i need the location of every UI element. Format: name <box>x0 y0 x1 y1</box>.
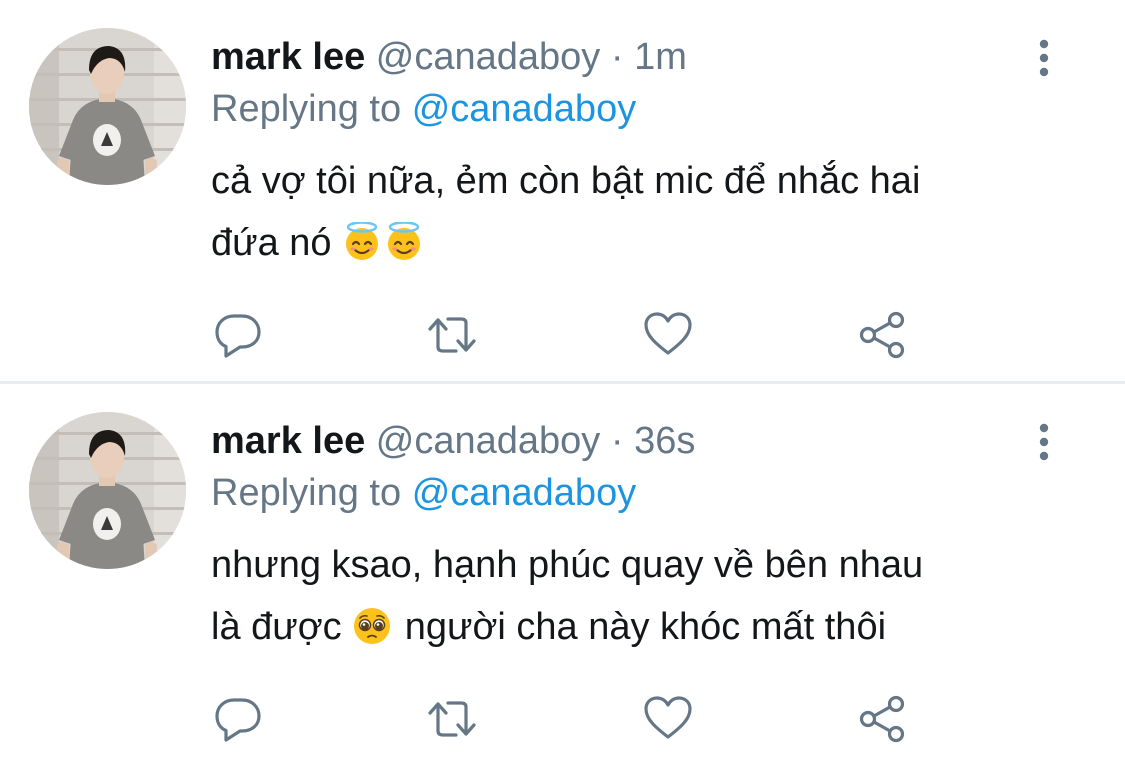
tweet[interactable]: mark lee @canadaboy · 1m Replying to @ca… <box>0 0 1125 381</box>
user-handle[interactable]: @canadaboy <box>376 36 601 78</box>
replying-to-label: Replying to <box>211 472 402 514</box>
replying-to-handle-link[interactable]: @canadaboy <box>412 472 637 514</box>
more-options-button[interactable] <box>1026 38 1062 78</box>
like-icon <box>643 310 693 360</box>
like-button[interactable] <box>643 694 693 744</box>
like-button[interactable] <box>643 310 693 360</box>
reply-button[interactable] <box>213 694 263 744</box>
retweet-icon <box>427 694 477 744</box>
display-name[interactable]: mark lee <box>211 36 365 78</box>
avatar[interactable] <box>29 28 186 185</box>
like-icon <box>643 694 693 744</box>
smiling-face-with-halo-icon <box>384 222 424 262</box>
replying-to: Replying to @canadaboy <box>211 86 636 132</box>
avatar[interactable] <box>29 412 186 569</box>
pleading-face-icon <box>352 606 392 646</box>
tweet-header: mark lee @canadaboy · 36s <box>211 418 695 464</box>
retweet-button[interactable] <box>427 694 477 744</box>
reply-icon <box>213 310 263 360</box>
tweet-text-line: người cha này khóc mất thôi <box>404 606 887 648</box>
reply-icon <box>213 694 263 744</box>
more-vertical-icon <box>1026 38 1062 78</box>
more-vertical-icon <box>1026 422 1062 462</box>
timestamp[interactable]: 1m <box>634 36 687 78</box>
timestamp[interactable]: 36s <box>634 420 695 462</box>
smiling-face-with-halo-icon <box>342 222 382 262</box>
share-button[interactable] <box>858 310 908 360</box>
tweet[interactable]: mark lee @canadaboy · 36s Replying to @c… <box>0 384 1125 765</box>
separator-dot: · <box>610 36 624 78</box>
more-options-button[interactable] <box>1026 422 1062 462</box>
tweet-text-line: nhưng ksao, hạnh phúc quay về bên nhau <box>211 544 924 586</box>
share-button[interactable] <box>858 694 908 744</box>
user-handle[interactable]: @canadaboy <box>376 420 601 462</box>
replying-to: Replying to @canadaboy <box>211 470 636 516</box>
replying-to-label: Replying to <box>211 88 402 130</box>
tweet-text-line: đứa nó <box>211 222 332 264</box>
tweet-text: cả vợ tôi nữa, ẻm còn bật mic để nhắc ha… <box>211 150 1071 274</box>
reply-button[interactable] <box>213 310 263 360</box>
tweet-actions <box>0 694 1125 744</box>
tweet-actions <box>0 310 1125 360</box>
tweet-header: mark lee @canadaboy · 1m <box>211 34 687 80</box>
retweet-icon <box>427 310 477 360</box>
retweet-button[interactable] <box>427 310 477 360</box>
tweet-timeline: mark lee @canadaboy · 1m Replying to @ca… <box>0 0 1125 765</box>
share-icon <box>858 694 908 744</box>
tweet-text: nhưng ksao, hạnh phúc quay về bên nhau l… <box>211 534 1071 658</box>
tweet-text-line: cả vợ tôi nữa, ẻm còn bật mic để nhắc ha… <box>211 160 921 202</box>
tweet-text-line: là được <box>211 606 342 648</box>
separator-dot: · <box>610 420 624 462</box>
share-icon <box>858 310 908 360</box>
display-name[interactable]: mark lee <box>211 420 365 462</box>
replying-to-handle-link[interactable]: @canadaboy <box>412 88 637 130</box>
